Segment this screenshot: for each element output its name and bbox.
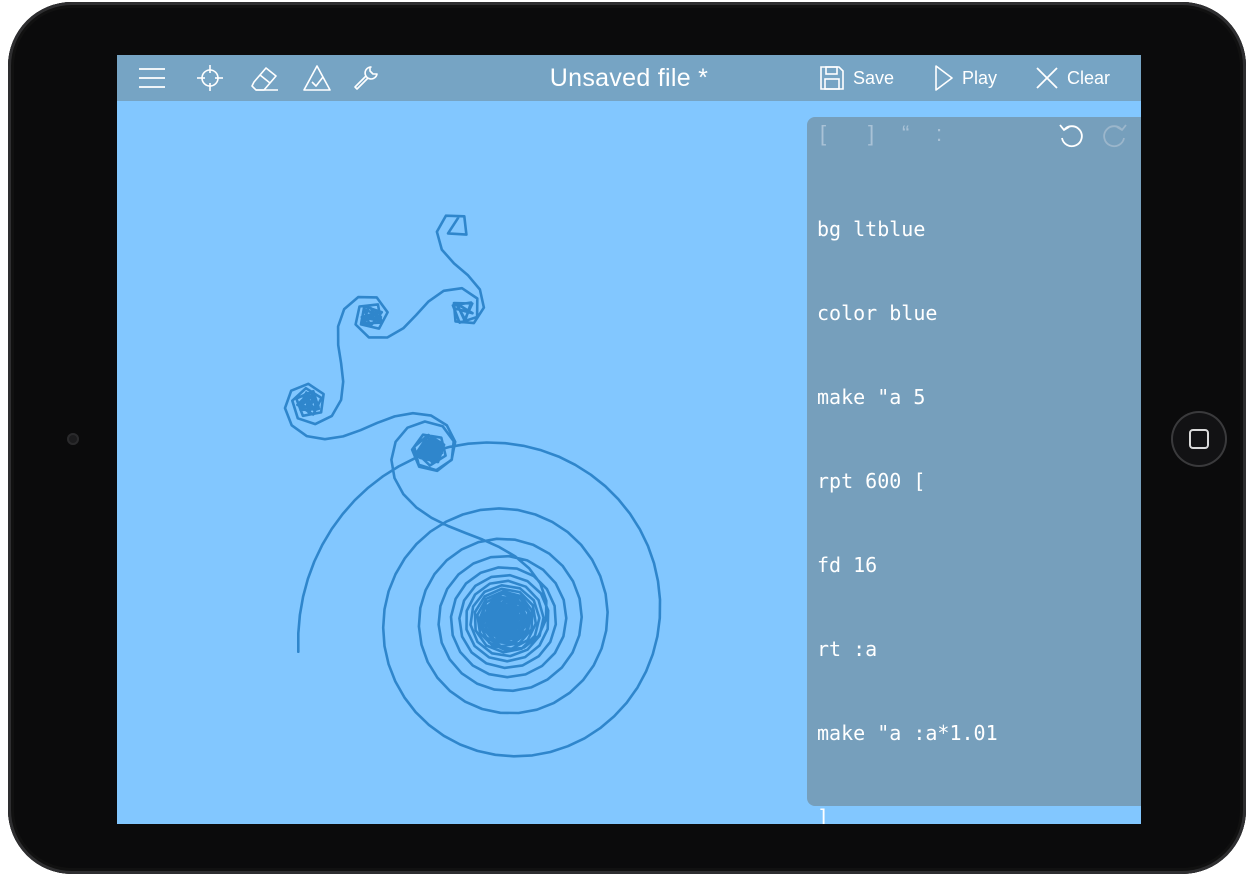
wrench-icon[interactable] bbox=[351, 63, 381, 93]
close-icon bbox=[1036, 67, 1058, 89]
home-button[interactable] bbox=[1171, 411, 1227, 467]
redo-icon[interactable] bbox=[1101, 121, 1129, 149]
key-close-bracket[interactable]: ] bbox=[868, 121, 874, 147]
code-line: rt :a bbox=[817, 637, 878, 661]
toolbar: Unsaved file * Save Play Clear bbox=[117, 55, 1141, 101]
undo-icon[interactable] bbox=[1057, 121, 1085, 149]
key-open-bracket[interactable]: [ bbox=[820, 121, 826, 147]
crosshair-icon[interactable] bbox=[195, 63, 225, 93]
camera-icon bbox=[67, 433, 79, 445]
turtle-drawing bbox=[283, 214, 662, 758]
save-label: Save bbox=[853, 67, 895, 88]
key-quote[interactable]: “ bbox=[902, 121, 909, 147]
eraser-icon[interactable] bbox=[250, 63, 280, 93]
triangle-check-icon[interactable] bbox=[302, 63, 332, 93]
code-text[interactable]: bg ltblue color blue make "a 5 rpt 600 [… bbox=[817, 159, 1137, 824]
play-label: Play bbox=[962, 67, 998, 88]
home-icon bbox=[1189, 429, 1209, 449]
key-colon[interactable]: : bbox=[936, 121, 942, 147]
code-line: rpt 600 [ bbox=[817, 469, 926, 493]
save-icon bbox=[820, 66, 844, 90]
code-line: color blue bbox=[817, 301, 938, 325]
code-editor[interactable]: [ ] “ : bg ltblue color blue make "a 5 r… bbox=[807, 117, 1141, 824]
clear-button[interactable]: Clear bbox=[1035, 63, 1110, 93]
menu-icon[interactable] bbox=[137, 63, 167, 93]
play-icon bbox=[935, 65, 953, 91]
document-title: Unsaved file * bbox=[549, 64, 709, 92]
editor-toolbar: [ ] “ : bbox=[807, 117, 1141, 151]
clear-label: Clear bbox=[1067, 67, 1111, 88]
play-button[interactable]: Play bbox=[934, 63, 997, 93]
code-line: make "a :a*1.01 bbox=[817, 721, 998, 745]
app-screen: Unsaved file * Save Play Clear [ ] “ : b… bbox=[117, 55, 1141, 824]
code-line: make "a 5 bbox=[817, 385, 926, 409]
code-line: bg ltblue bbox=[817, 217, 926, 241]
code-line: fd 16 bbox=[817, 553, 878, 577]
code-line: ] bbox=[817, 805, 830, 824]
save-button[interactable]: Save bbox=[819, 63, 894, 93]
